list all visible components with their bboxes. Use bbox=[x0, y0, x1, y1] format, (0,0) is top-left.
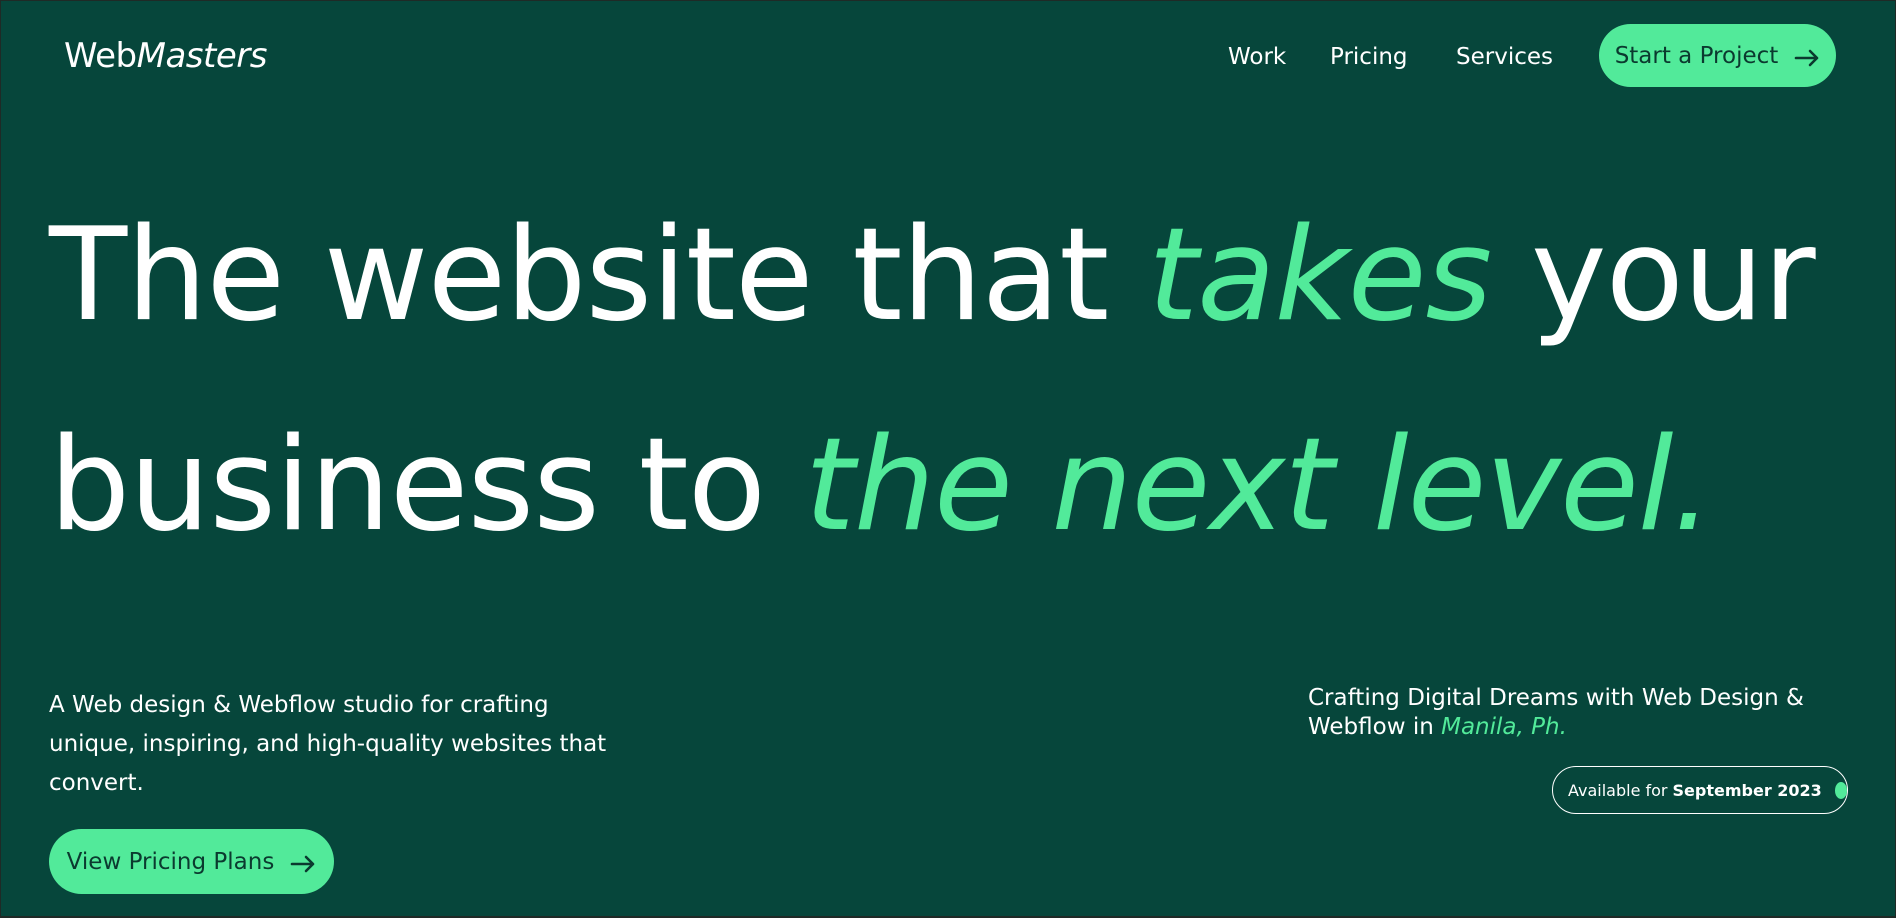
hero-line2-text-a: business to bbox=[49, 411, 805, 560]
tagline-location: Manila, Ph. bbox=[1441, 714, 1567, 740]
nav-link-pricing[interactable]: Pricing bbox=[1330, 41, 1408, 73]
start-project-label: Start a Project bbox=[1614, 42, 1779, 69]
view-pricing-plans-label: View Pricing Plans bbox=[66, 848, 275, 875]
hero-line1-accent: takes bbox=[1147, 201, 1492, 350]
hero-heading-line-2: business to the next level. bbox=[49, 411, 1713, 561]
availability-label: Available for bbox=[1568, 780, 1668, 800]
availability-date: September 2023 bbox=[1672, 780, 1822, 800]
hero-heading-line-1: The website that takes your bbox=[49, 201, 1816, 351]
studio-description: A Web design & Webflow studio for crafti… bbox=[49, 692, 607, 796]
hero-line1-text-a: The website that bbox=[49, 201, 1148, 350]
status-dot-icon bbox=[1834, 781, 1847, 799]
hero-line1-text-b: your bbox=[1491, 201, 1816, 350]
start-project-button[interactable]: Start a Project bbox=[1599, 24, 1836, 87]
arrow-right-icon bbox=[1794, 47, 1820, 66]
availability-badge: Available for September 2023 bbox=[1552, 766, 1848, 814]
nav-link-work[interactable]: Work bbox=[1228, 41, 1286, 73]
hero-line2-accent: the next level. bbox=[804, 411, 1713, 560]
brand-name-regular: Web bbox=[64, 36, 137, 76]
arrow-right-icon bbox=[290, 853, 316, 872]
tagline: Crafting Digital Dreams with Web Design … bbox=[1308, 684, 1828, 742]
landing-page: WebMasters Work Pricing Services Start a… bbox=[1, 1, 1895, 916]
nav-link-services[interactable]: Services bbox=[1456, 41, 1553, 73]
brand-logo[interactable]: WebMasters bbox=[64, 35, 267, 77]
brand-name-italic: Masters bbox=[136, 36, 268, 76]
view-pricing-plans-button[interactable]: View Pricing Plans bbox=[49, 829, 334, 894]
